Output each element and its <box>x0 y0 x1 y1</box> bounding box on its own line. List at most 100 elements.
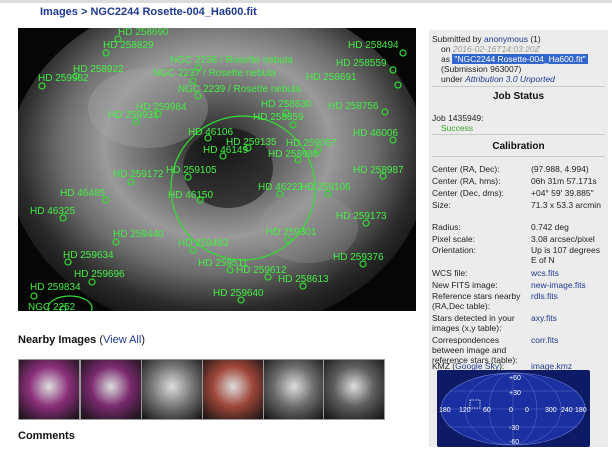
divider <box>432 134 605 135</box>
star-label: HD 259696 <box>74 269 125 280</box>
calibration-value: +04° 59' 39.885" <box>531 188 594 198</box>
star-label: NGC 2252 <box>28 302 76 311</box>
star-label: HD 46106 <box>188 127 233 138</box>
annotated-image[interactable]: HD 258690 HD 258829 HD 258922 HD 259982 NGC … <box>18 28 416 311</box>
breadcrumb: Images > NGC2244 Rosette-004_Ha600.fit <box>40 6 257 18</box>
divider <box>432 86 605 87</box>
sky-map[interactable]: +60 +30 0 -30 -60 180 120 60 0 300 240 180 <box>437 370 590 447</box>
star-label: HD 258986 <box>268 149 319 160</box>
star-label: HD 258987 <box>353 165 404 176</box>
star-label: HD 259982 <box>38 73 89 84</box>
star-label: HD 259105 <box>166 165 217 176</box>
calibration-value[interactable]: new-image.fits <box>531 280 607 290</box>
star-label: NGC 2237 / Rosette nebula <box>153 68 276 79</box>
sky-map-graphic: +60+300-30-60180 120 60 0 300 240 180 <box>439 372 587 446</box>
top-nav-strip <box>0 0 612 3</box>
star-label: HD 259106 <box>300 182 351 193</box>
sidebar: Submitted by anonymous (1) on 2016-02-16… <box>429 30 608 447</box>
star-label: HD 259834 <box>30 282 81 293</box>
calibration-label: Size: <box>432 200 451 210</box>
calibration-file-link[interactable]: wcs.fits <box>531 268 559 278</box>
sky-map-tick: 300 <box>545 407 557 414</box>
nearby-thumbnail[interactable] <box>202 359 264 420</box>
calibration-file-link[interactable]: rdls.fits <box>531 291 558 301</box>
sky-map-tick: 180 <box>439 407 451 414</box>
sky-map-tick: -30 <box>509 425 519 432</box>
sky-map-tick: +60 <box>509 375 521 382</box>
job-id: Job 1435949: <box>432 113 484 123</box>
calibration-value: 3.08 arcsec/pixel <box>531 234 595 244</box>
star-label: HD 258829 <box>103 40 154 51</box>
star-label: HD 258494 <box>348 40 399 51</box>
calibration-value[interactable]: axy.fits <box>531 313 607 323</box>
calibration-value[interactable]: corr.fits <box>531 335 607 345</box>
star-label: HD 258613 <box>278 274 329 285</box>
star-label: HD 258859 <box>253 112 304 123</box>
star-label: HD 259301 <box>266 227 317 238</box>
comments-heading: Comments <box>18 430 75 442</box>
star-label: HD 46149 <box>203 145 248 156</box>
star-label: HD 259173 <box>336 211 387 222</box>
sky-map-tick: 60 <box>483 407 491 414</box>
star-label: HD 258559 <box>336 58 387 69</box>
calibration-value: Up is 107 degrees E of N <box>531 245 600 265</box>
calibration-label: Radius: <box>432 222 461 232</box>
star-label: HD 46325 <box>30 206 75 217</box>
job-status-heading: Job Status <box>492 91 545 102</box>
star-label: HD 259376 <box>333 252 384 263</box>
calibration-heading: Calibration <box>492 141 545 152</box>
nearby-thumbnail[interactable] <box>80 359 142 420</box>
breadcrumb-images-link[interactable]: Images <box>40 6 78 18</box>
star-label: HD 259172 <box>113 169 164 180</box>
nearby-thumbnail[interactable] <box>141 359 203 420</box>
calibration-value[interactable]: rdls.fits <box>531 291 607 301</box>
sky-map-tick: +30 <box>509 390 521 397</box>
star-label: HD 259440 <box>113 229 164 240</box>
star-label: NGC 2238 / Rosette nebula <box>170 55 293 66</box>
star-label: HD 259483 <box>178 238 229 249</box>
star-label: NGC 2239 / Rosette nebula <box>178 84 301 95</box>
calibration-value: 71.3 x 53.3 arcmin <box>531 200 601 210</box>
nearby-thumbnail[interactable] <box>263 359 325 420</box>
sky-map-tick: 240 <box>561 407 573 414</box>
calibration-file-link[interactable]: axy.fits <box>531 313 557 323</box>
view-all-link[interactable]: View All <box>103 334 141 346</box>
calibration-value: 06h 31m 57.171s <box>531 176 597 186</box>
breadcrumb-separator: > <box>77 6 91 18</box>
calibration-file-link[interactable]: corr.fits <box>531 335 558 345</box>
star-label: HD 258691 <box>306 72 357 83</box>
calibration-label: Stars detected in your images (x,y table… <box>432 313 515 333</box>
calibration-label: WCS file: <box>432 268 468 278</box>
star-label: HD 46006 <box>353 128 398 139</box>
star-label: HD 259640 <box>213 288 264 299</box>
calibration-label: Center (RA, hms): <box>432 176 501 186</box>
nearby-thumbnail[interactable] <box>18 359 80 420</box>
submitted-on-line: on 2016-02-16T14:03:20Z <box>441 44 540 54</box>
star-label: HD 258690 <box>118 28 169 38</box>
sky-map-tick: 180 <box>575 407 587 414</box>
star-label: HD 46150 <box>168 190 213 201</box>
calibration-value[interactable]: wcs.fits <box>531 268 607 278</box>
star-label: HD 46223 <box>258 182 303 193</box>
star-label: HD 259057 <box>286 138 337 149</box>
nearby-images-heading: Nearby Images (View All) <box>18 334 145 346</box>
submission-id[interactable]: (Submission 963007) <box>441 64 521 74</box>
calibration-label: Orientation: <box>432 245 476 255</box>
filename-selected[interactable]: "NGC2244 Rosette-004_Ha600.fit" <box>452 54 588 64</box>
star-label: HD 46485 <box>60 188 105 199</box>
submitter-link[interactable]: anonymous <box>484 34 528 44</box>
calibration-label: New FITS image: <box>432 280 498 290</box>
license-link[interactable]: Attribution 3.0 Unported <box>465 74 555 84</box>
calibration-label: Pixel scale: <box>432 234 475 244</box>
star-label: HD 258830 <box>261 99 312 110</box>
star-label: HD 258756 <box>328 101 379 112</box>
sky-map-tick: 120 <box>459 407 471 414</box>
license-line: under Attribution 3.0 Unported <box>441 74 555 84</box>
nearby-thumbnail[interactable] <box>323 359 385 420</box>
calibration-label: Center (RA, Dec): <box>432 164 500 174</box>
sky-map-tick: -60 <box>509 439 519 446</box>
submitted-as-line: as "NGC2244 Rosette-004_Ha600.fit" <box>441 54 588 64</box>
divider <box>432 156 605 157</box>
calibration-file-link[interactable]: new-image.fits <box>531 280 586 290</box>
annotation-overlay: HD 258690HD 258829HD 258922HD 259982NGC … <box>18 28 416 311</box>
